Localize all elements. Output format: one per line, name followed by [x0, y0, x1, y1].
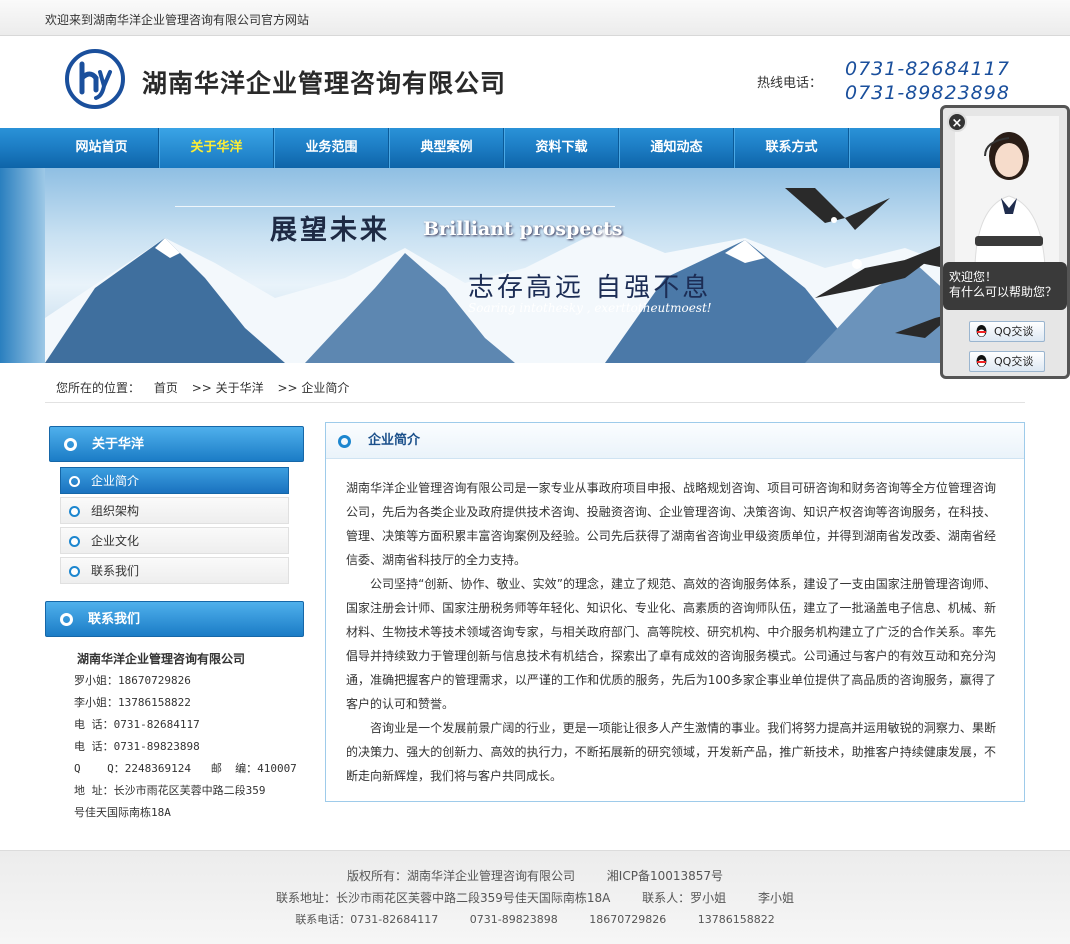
content-panel: 企业简介 湖南华洋企业管理咨询有限公司是一家专业从事政府项目申报、战略规划咨询、…	[325, 422, 1025, 802]
hotline-label: 热线电话：	[757, 76, 823, 91]
sidebar-item-intro[interactable]: 企业简介	[60, 467, 289, 494]
top-bar: 欢迎来到湖南华洋企业管理咨询有限公司官方网站	[0, 0, 1070, 36]
sidebar-about-title: 关于华洋	[92, 437, 145, 452]
contact-company: 湖南华洋企业管理咨询有限公司	[77, 652, 246, 666]
company-name: 湖南华洋企业管理咨询有限公司	[142, 69, 507, 98]
circle-bullet-icon	[69, 476, 80, 487]
sidebar-item-culture[interactable]: 企业文化	[60, 527, 289, 554]
footer-contact-person-2: 李小姐	[758, 891, 795, 905]
qq-button-label: QQ交谈	[994, 355, 1034, 368]
banner-slogan-en: Soaring intothesky , exerttotheutmoest!	[468, 301, 712, 315]
footer-copyright: 版权所有：湖南华洋企业管理咨询有限公司	[346, 869, 575, 883]
footer-phone: 13786158822	[697, 913, 775, 926]
greeting-line: 有什么可以帮助您？	[949, 285, 1058, 299]
contact-line: 李小姐：13786158822	[74, 696, 191, 709]
sidebar-item-structure[interactable]: 组织架构	[60, 497, 289, 524]
content-title: 企业简介	[368, 433, 421, 448]
content-paragraph: 湖南华洋企业管理咨询有限公司是一家专业从事政府项目申报、战略规划咨询、项目可研咨…	[346, 481, 996, 567]
sidebar-item-label: 组织架构	[91, 504, 140, 518]
nav-item-home[interactable]: 网站首页	[45, 128, 159, 168]
qq-penguin-icon	[976, 325, 987, 337]
content-body: 湖南华洋企业管理咨询有限公司是一家专业从事政府项目申报、战略规划咨询、项目可研咨…	[326, 459, 1024, 788]
footer-phone: 0731-89823898	[469, 913, 558, 926]
qq-button-label: QQ交谈	[994, 325, 1034, 338]
circle-bullet-icon	[60, 613, 73, 626]
customer-service-avatar	[955, 116, 1059, 266]
content-header: 企业简介	[326, 423, 1024, 459]
hotline-phone-1: 0731-82684117	[845, 58, 1010, 80]
circle-bullet-icon	[69, 536, 80, 547]
contact-line: 地 址：长沙市雨花区芙蓉中路二段359	[74, 784, 266, 797]
nav-item-contact[interactable]: 联系方式	[735, 128, 849, 168]
contact-info: 湖南华洋企业管理咨询有限公司 罗小姐：18670729826 李小姐：13786…	[74, 648, 297, 824]
content-paragraph: 咨询业是一个发展前景广阔的行业，更是一项能让很多人产生激情的事业。我们将努力提高…	[346, 721, 996, 783]
footer-phone: 18670729826	[589, 913, 667, 926]
mountain-illustration	[45, 188, 1030, 363]
footer-phone: 联系电话：0731-82684117	[295, 913, 439, 926]
sidebar-item-label: 联系我们	[91, 564, 140, 578]
close-icon[interactable]: ×	[947, 112, 967, 132]
hotline-phone-2: 0731-89823898	[845, 82, 1010, 104]
nav-item-downloads[interactable]: 资料下载	[505, 128, 619, 168]
chat-widget: × 欢迎您！ 有什么可以帮助您？ QQ交谈 QQ交谈	[940, 105, 1070, 379]
circle-bullet-icon	[69, 506, 80, 517]
breadcrumb-home[interactable]: 首页	[154, 381, 178, 395]
breadcrumb-current: >> 企业简介	[277, 381, 350, 395]
footer-address: 联系地址：长沙市雨花区芙蓉中路二段359号佳天国际南栋18A	[275, 891, 611, 905]
sidebar-item-label: 企业简介	[91, 474, 140, 488]
main-nav: 网站首页 关于华洋 业务范围 典型案例 资料下载 通知动态 联系方式	[0, 128, 1070, 168]
sidebar-item-contact[interactable]: 联系我们	[60, 557, 289, 584]
circle-bullet-icon	[338, 435, 351, 448]
nav-item-business[interactable]: 业务范围	[275, 128, 389, 168]
chat-greeting: 欢迎您！ 有什么可以帮助您？	[943, 262, 1067, 310]
qq-chat-button[interactable]: QQ交谈	[969, 321, 1045, 342]
breadcrumb: 您所在的位置： 首页 >> 关于华洋 >> 企业简介	[56, 379, 359, 396]
circle-bullet-icon	[64, 438, 77, 451]
breadcrumb-prefix: 您所在的位置：	[56, 381, 141, 395]
sidebar-about-header: 关于华洋	[49, 426, 304, 462]
banner-edge	[0, 168, 45, 363]
footer-contact-person: 联系人：罗小姐	[642, 891, 727, 905]
banner-slogan-cn: 志存高远 自强不息	[468, 273, 712, 303]
greeting-line: 欢迎您！	[949, 270, 998, 284]
contact-line: 电 话：0731-82684117	[74, 718, 200, 731]
nav-item-cases[interactable]: 典型案例	[390, 128, 504, 168]
banner-title-cn: 展望未来	[270, 215, 390, 246]
qq-penguin-icon	[976, 355, 987, 367]
breadcrumb-about[interactable]: >> 关于华洋	[192, 381, 264, 395]
nav-item-about[interactable]: 关于华洋	[160, 128, 274, 168]
contact-line: 号佳天国际南栋18A	[74, 806, 171, 819]
content-paragraph: 公司坚持“创新、协作、敬业、实效”的理念，建立了规范、高效的咨询服务体系，建设了…	[346, 577, 996, 711]
circle-bullet-icon	[69, 566, 80, 577]
sidebar-contact-title: 联系我们	[88, 612, 141, 627]
sidebar-item-label: 企业文化	[91, 534, 140, 548]
welcome-text: 欢迎来到湖南华洋企业管理咨询有限公司官方网站	[45, 13, 310, 27]
banner-image: 展望未来 Brilliant prospects 志存高远 自强不息 Soari…	[45, 168, 1030, 363]
qq-chat-button[interactable]: QQ交谈	[969, 351, 1045, 372]
contact-line: 电 话：0731-89823898	[74, 740, 200, 753]
company-logo[interactable]	[64, 48, 126, 110]
footer: 版权所有：湖南华洋企业管理咨询有限公司 湘ICP备10013857号 联系地址：…	[0, 850, 1070, 944]
sidebar-contact-header: 联系我们	[45, 601, 304, 637]
nav-item-news[interactable]: 通知动态	[620, 128, 734, 168]
contact-line: 罗小姐：18670729826	[74, 674, 191, 687]
footer-icp[interactable]: 湘ICP备10013857号	[607, 869, 723, 883]
contact-line: Q Q：2248369124 邮 编：410007	[74, 762, 297, 775]
banner-title-en: Brilliant prospects	[423, 218, 623, 240]
divider	[45, 402, 1025, 403]
